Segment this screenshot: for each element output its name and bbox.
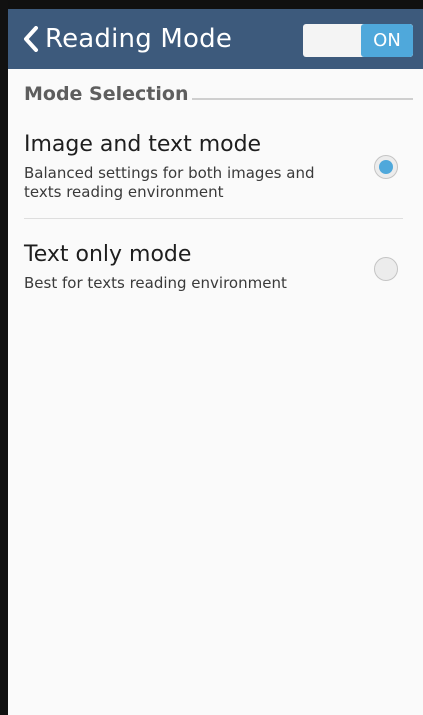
option-title: Image and text mode (24, 132, 262, 157)
option-title: Text only mode (24, 242, 192, 267)
app-bar: Reading Mode ON (8, 9, 423, 69)
top-edge (8, 0, 423, 9)
option-description: Best for texts reading environment (24, 274, 287, 292)
back-button[interactable]: Reading Mode (8, 9, 232, 69)
section-header: Mode Selection (24, 80, 413, 108)
page-title: Reading Mode (45, 24, 233, 54)
reading-mode-toggle[interactable]: ON (303, 24, 413, 57)
toggle-on-label: ON (361, 24, 413, 57)
option-image-and-text-mode[interactable]: Image and text mode Balanced settings fo… (24, 130, 403, 218)
option-divider (24, 218, 403, 219)
option-text-only-mode[interactable]: Text only mode Best for texts reading en… (24, 240, 403, 310)
section-divider (192, 98, 413, 100)
section-title: Mode Selection (24, 83, 189, 105)
radio-text-only-mode[interactable] (374, 257, 398, 281)
radio-image-and-text-mode[interactable] (374, 155, 398, 179)
chevron-left-icon (23, 26, 39, 52)
option-description: Balanced settings for both images and te… (24, 164, 315, 201)
reading-mode-screen: Reading Mode ON Mode Selection Image and… (0, 0, 423, 715)
